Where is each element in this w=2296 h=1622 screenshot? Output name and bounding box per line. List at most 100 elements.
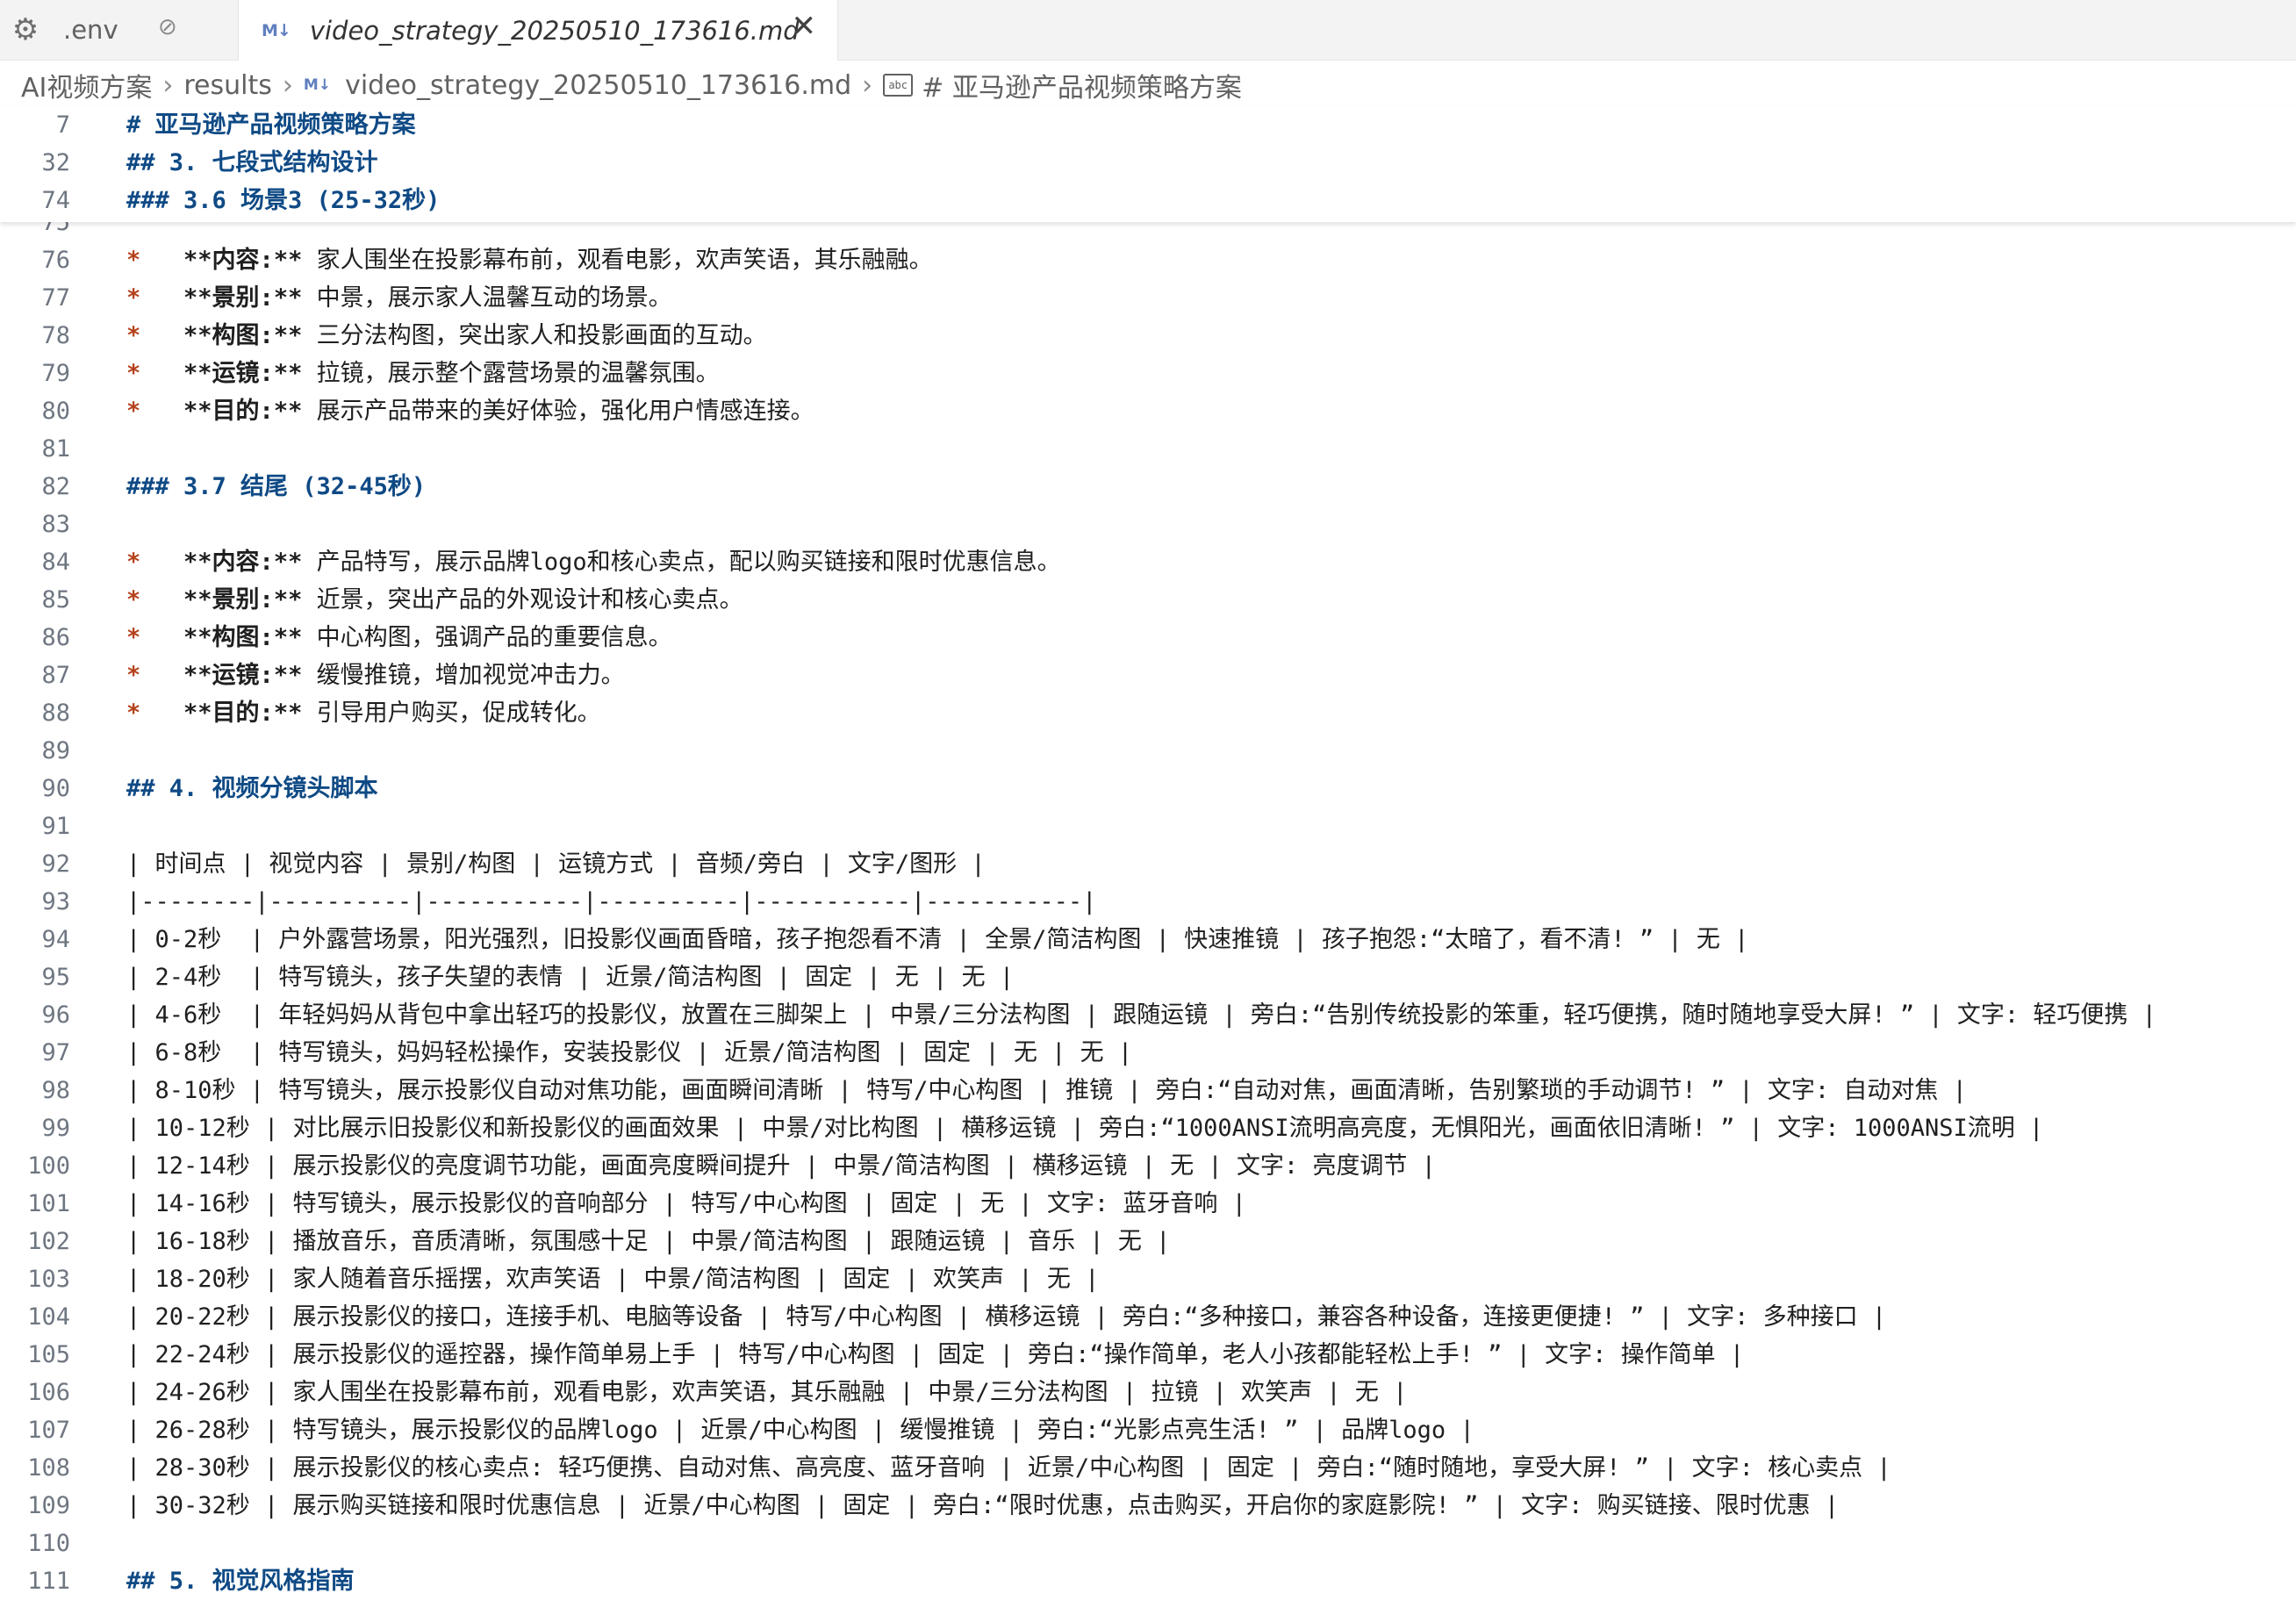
code-line[interactable]: 106 | 24-26秒 | 家人围坐在投影幕布前，观看电影，欢声笑语，其乐融融 … <box>0 1374 2296 1411</box>
line-content: * **目的:** 引导用户购买，促成转化。 <box>126 694 601 732</box>
chevron-right-icon: › <box>162 69 174 101</box>
breadcrumb-item-folder[interactable]: AI视频方案 <box>21 66 152 104</box>
code-line[interactable]: 86 * **构图:** 中心构图，强调产品的重要信息。 <box>0 619 2296 657</box>
line-content: * **景别:** 近景，突出产品的外观设计和核心卖点。 <box>126 581 743 619</box>
line-number: 84 <box>41 549 70 576</box>
list-bullet: * <box>126 549 141 576</box>
line-content: * **构图:** 三分法构图，突出家人和投影画面的互动。 <box>126 317 767 355</box>
code-line[interactable]: 104 | 20-22秒 | 展示投影仪的接口，连接手机、电脑等设备 | 特写/中… <box>0 1298 2296 1336</box>
line-number: 87 <box>41 662 70 689</box>
code-line[interactable]: 81 <box>0 430 2296 468</box>
line-content: | 14-16秒 | 特写镜头，展示投影仪的音响部分 | 特写/中心构图 | 固… <box>126 1190 1246 1217</box>
line-content: | 28-30秒 | 展示投影仪的核心卖点: 轻巧便携、自动对焦、高亮度、蓝牙音… <box>126 1454 1891 1482</box>
code-line[interactable]: 88 * **目的:** 引导用户购买，促成转化。 <box>0 694 2296 732</box>
code-line[interactable]: 84 * **内容:** 产品特写，展示品牌logo和核心卖点，配以购买链接和限时… <box>0 543 2296 581</box>
code-line[interactable]: 92 | 时间点 | 视觉内容 | 景别/构图 | 运镜方式 | 音频/旁白 | … <box>0 845 2296 883</box>
tab-env[interactable]: ⚙ .env ⊘ <box>0 0 239 60</box>
code-line[interactable]: 91 <box>0 807 2296 845</box>
code-line[interactable]: 80 * **目的:** 展示产品带来的美好体验，强化用户情感连接。 <box>0 392 2296 430</box>
code-line[interactable]: 96 | 4-6秒 | 年轻妈妈从背包中拿出轻巧的投影仪，放置在三脚架上 | 中景… <box>0 996 2296 1034</box>
line-number: 95 <box>41 964 70 991</box>
markdown-icon: M↓ <box>303 76 332 94</box>
code-line[interactable]: 97 | 6-8秒 | 特写镜头，妈妈轻松操作，安装投影仪 | 近景/简洁构图 |… <box>0 1034 2296 1072</box>
tab-video-strategy[interactable]: M↓ video_strategy_20250510_173616.md ✕ <box>239 0 838 61</box>
bold-label: **目的:** <box>183 398 303 425</box>
line-content: | 20-22秒 | 展示投影仪的接口，连接手机、电脑等设备 | 特写/中心构图… <box>126 1303 1887 1331</box>
line-content: | 22-24秒 | 展示投影仪的遥控器，操作简单易上手 | 特写/中心构图 |… <box>126 1341 1745 1368</box>
code-line[interactable]: 105 | 22-24秒 | 展示投影仪的遥控器，操作简单易上手 | 特写/中心构… <box>0 1336 2296 1374</box>
bold-label: **运镜:** <box>183 360 303 387</box>
code-line[interactable]: 111 ## 5. 视觉风格指南 <box>0 1562 2296 1600</box>
line-number: 93 <box>41 888 70 915</box>
line-number: 105 <box>27 1341 70 1368</box>
sticky-heading-line[interactable]: 74 ### 3.6 场景3 (25-32秒) <box>0 182 2296 219</box>
line-content: | 18-20秒 | 家人随着音乐摇摆，欢声笑语 | 中景/简洁构图 | 固定 … <box>126 1266 1100 1293</box>
code-line[interactable]: 76 * **内容:** 家人围坐在投影幕布前，观看电影，欢声笑语，其乐融融。 <box>0 241 2296 279</box>
line-content: ## 3. 七段式结构设计 <box>126 149 378 176</box>
code-line[interactable]: 93 |--------|----------|-----------|-----… <box>0 883 2296 921</box>
line-content: | 4-6秒 | 年轻妈妈从背包中拿出轻巧的投影仪，放置在三脚架上 | 中景/三… <box>126 1001 2156 1029</box>
code-line[interactable]: 85 * **景别:** 近景，突出产品的外观设计和核心卖点。 <box>0 581 2296 619</box>
line-content: * **景别:** 中景，展示家人温馨互动的场景。 <box>126 279 672 317</box>
line-content: | 10-12秒 | 对比展示旧投影仪和新投影仪的画面效果 | 中景/对比构图 … <box>126 1115 2044 1142</box>
code-line[interactable]: 77 * **景别:** 中景，展示家人温馨互动的场景。 <box>0 279 2296 317</box>
line-content: ## 5. 视觉风格指南 <box>126 1568 355 1595</box>
code-line[interactable]: 110 <box>0 1525 2296 1562</box>
code-line[interactable]: 95 | 2-4秒 | 特写镜头，孩子失望的表情 | 近景/简洁构图 | 固定 |… <box>0 958 2296 996</box>
chevron-right-icon: › <box>862 69 873 101</box>
list-bullet: * <box>126 700 141 727</box>
line-content: | 8-10秒 | 特写镜头，展示投影仪自动对焦功能，画面瞬间清晰 | 特写/中… <box>126 1077 1967 1104</box>
breadcrumb-item-results[interactable]: results <box>183 70 272 101</box>
code-line[interactable]: 103 | 18-20秒 | 家人随着音乐摇摆，欢声笑语 | 中景/简洁构图 | … <box>0 1260 2296 1298</box>
bold-label: **景别:** <box>183 284 303 312</box>
symbol-string-icon: abc <box>883 74 914 97</box>
tab-status-icon: ⊘ <box>158 14 177 40</box>
code-line[interactable]: 83 <box>0 506 2296 543</box>
code-line[interactable]: 101 | 14-16秒 | 特写镜头，展示投影仪的音响部分 | 特写/中心构图 … <box>0 1185 2296 1223</box>
line-number: 104 <box>27 1303 70 1331</box>
list-text: 三分法构图，突出家人和投影画面的互动。 <box>302 322 767 349</box>
breadcrumb-item-symbol[interactable]: # 亚马逊产品视频策略方案 <box>922 66 1242 104</box>
breadcrumb-item-file[interactable]: video_strategy_20250510_173616.md <box>345 70 851 101</box>
line-number: 108 <box>27 1454 70 1482</box>
line-number: 110 <box>27 1530 70 1557</box>
code-line[interactable]: 89 <box>0 732 2296 770</box>
sticky-heading-line[interactable]: 7 # 亚马逊产品视频策略方案 <box>0 106 2296 144</box>
line-number: 99 <box>41 1115 70 1142</box>
line-number: 85 <box>41 586 70 614</box>
list-text: 家人围坐在投影幕布前，观看电影，欢声笑语，其乐融融。 <box>302 247 933 274</box>
code-line[interactable]: 107 | 26-28秒 | 特写镜头，展示投影仪的品牌logo | 近景/中心构… <box>0 1411 2296 1449</box>
list-text: 展示产品带来的美好体验，强化用户情感连接。 <box>302 398 814 425</box>
line-content: * **构图:** 中心构图，强调产品的重要信息。 <box>126 619 672 657</box>
line-number: 7 <box>55 111 70 139</box>
code-line[interactable]: 78 * **构图:** 三分法构图，突出家人和投影画面的互动。 <box>0 317 2296 355</box>
code-line[interactable]: 79 * **运镜:** 拉镜，展示整个露营场景的温馨氛围。 <box>0 355 2296 392</box>
line-number: 109 <box>27 1492 70 1519</box>
code-line[interactable]: 108 | 28-30秒 | 展示投影仪的核心卖点: 轻巧便携、自动对焦、高亮度、… <box>0 1449 2296 1487</box>
code-editor[interactable]: 7 # 亚马逊产品视频策略方案 32 ## 3. 七段式结构设计 74 ### 3.6 场… <box>0 106 2296 1622</box>
sticky-heading-line[interactable]: 32 ## 3. 七段式结构设计 <box>0 144 2296 182</box>
list-text: 缓慢推镜，增加视觉冲击力。 <box>302 662 625 689</box>
line-number: 100 <box>27 1152 70 1180</box>
bold-label: **运镜:** <box>183 662 303 689</box>
code-line[interactable]: 99 | 10-12秒 | 对比展示旧投影仪和新投影仪的画面效果 | 中景/对比构… <box>0 1109 2296 1147</box>
code-line[interactable]: 109 | 30-32秒 | 展示购买链接和限时优惠信息 | 近景/中心构图 | … <box>0 1487 2296 1525</box>
code-line[interactable]: 102 | 16-18秒 | 播放音乐，音质清晰，氛围感十足 | 中景/简洁构图 … <box>0 1223 2296 1260</box>
code-line[interactable]: 100 | 12-14秒 | 展示投影仪的亮度调节功能，画面亮度瞬间提升 | 中景… <box>0 1147 2296 1185</box>
code-line[interactable]: 82 ### 3.7 结尾 (32-45秒) <box>0 468 2296 506</box>
line-content: * **运镜:** 缓慢推镜，增加视觉冲击力。 <box>126 657 625 694</box>
list-bullet: * <box>126 322 141 349</box>
line-number: 111 <box>27 1568 70 1595</box>
code-line[interactable]: 98 | 8-10秒 | 特写镜头，展示投影仪自动对焦功能，画面瞬间清晰 | 特写… <box>0 1072 2296 1109</box>
line-number: 74 <box>41 187 70 214</box>
line-content: | 0-2秒 | 户外露营场景，阳光强烈，旧投影仪画面昏暗，孩子抱怨看不清 | … <box>126 926 1749 953</box>
line-number: 76 <box>41 247 70 274</box>
close-icon[interactable]: ✕ <box>792 9 817 44</box>
list-text: 产品特写，展示品牌logo和核心卖点，配以购买链接和限时优惠信息。 <box>302 549 1061 576</box>
code-line[interactable]: 94 | 0-2秒 | 户外露营场景，阳光强烈，旧投影仪画面昏暗，孩子抱怨看不清 … <box>0 921 2296 958</box>
line-number: 32 <box>41 149 70 176</box>
code-line[interactable]: 90 ## 4. 视频分镜头脚本 <box>0 770 2296 807</box>
list-text: 中景，展示家人温馨互动的场景。 <box>302 284 672 312</box>
code-line[interactable]: 87 * **运镜:** 缓慢推镜，增加视觉冲击力。 <box>0 657 2296 694</box>
line-number: 101 <box>27 1190 70 1217</box>
